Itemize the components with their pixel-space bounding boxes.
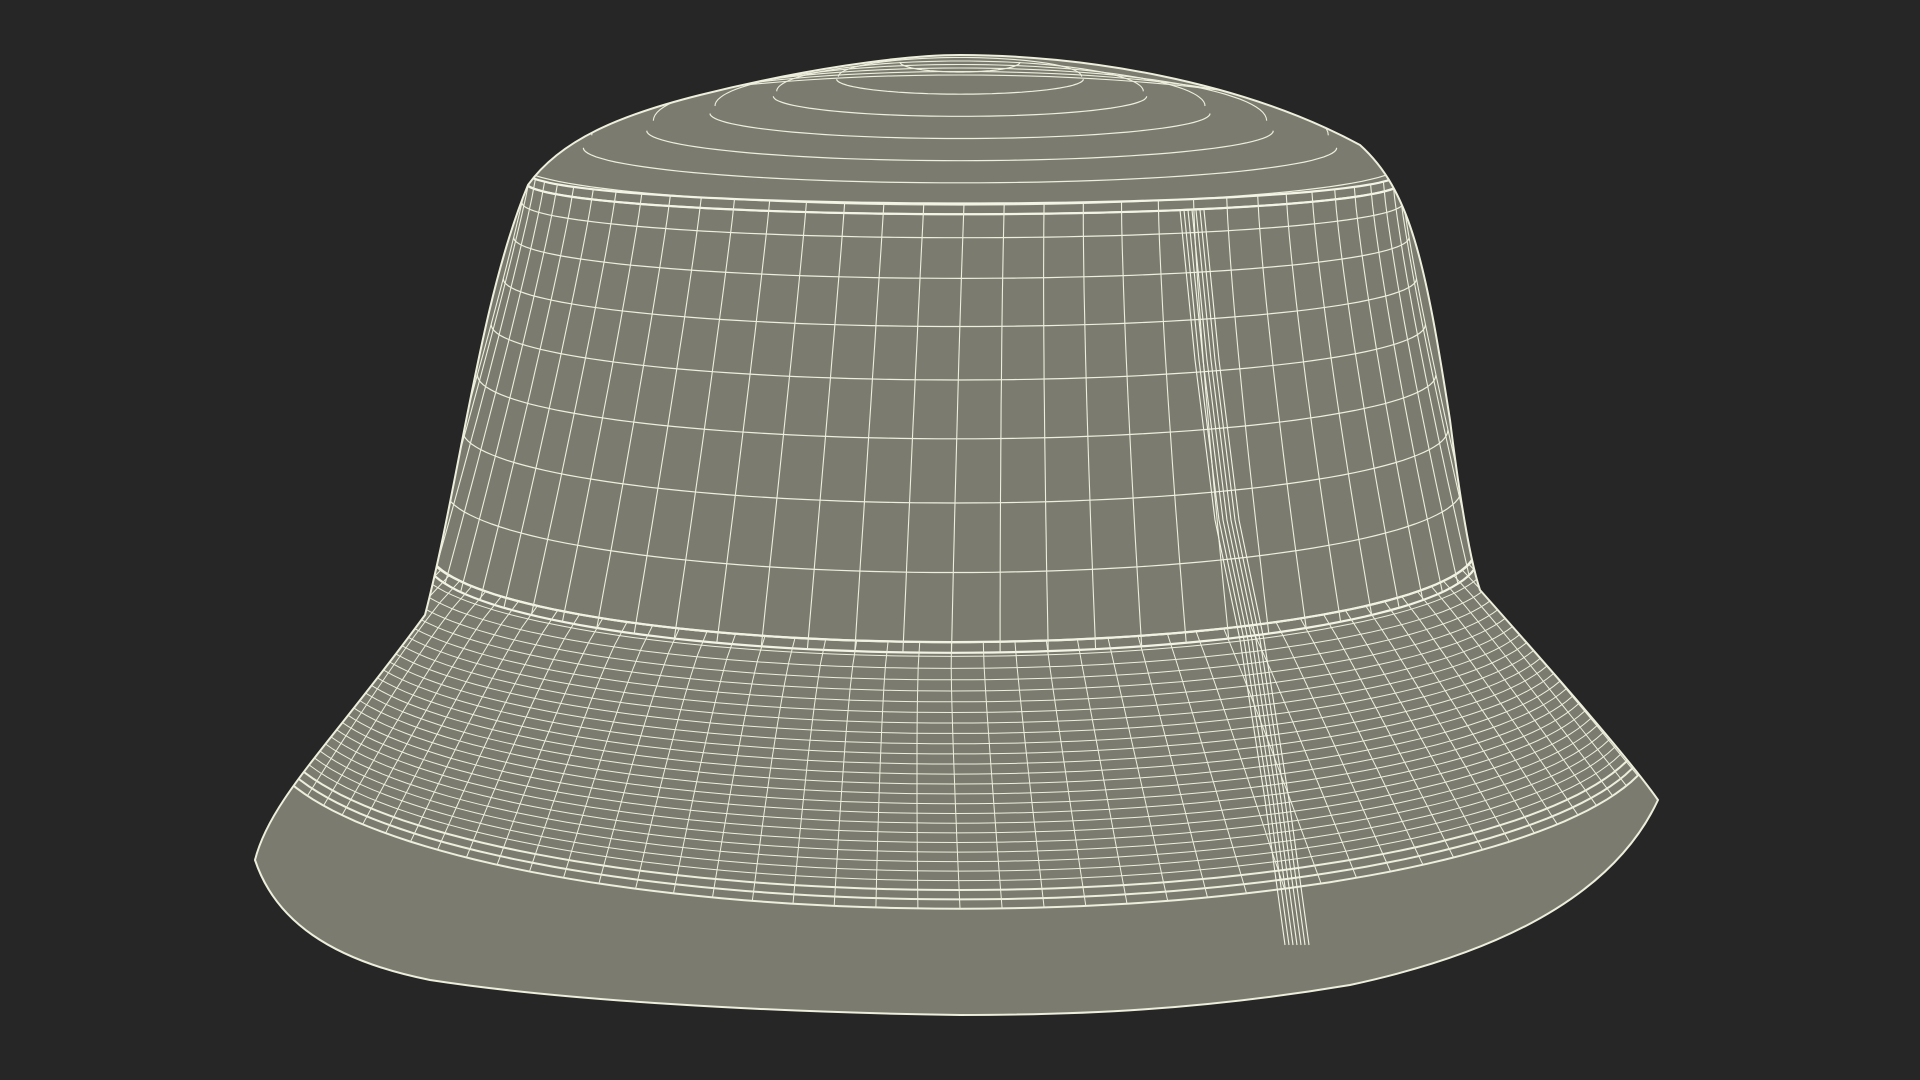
bucket-hat-wireframe [253,53,1660,1017]
viewport [253,53,1660,1017]
